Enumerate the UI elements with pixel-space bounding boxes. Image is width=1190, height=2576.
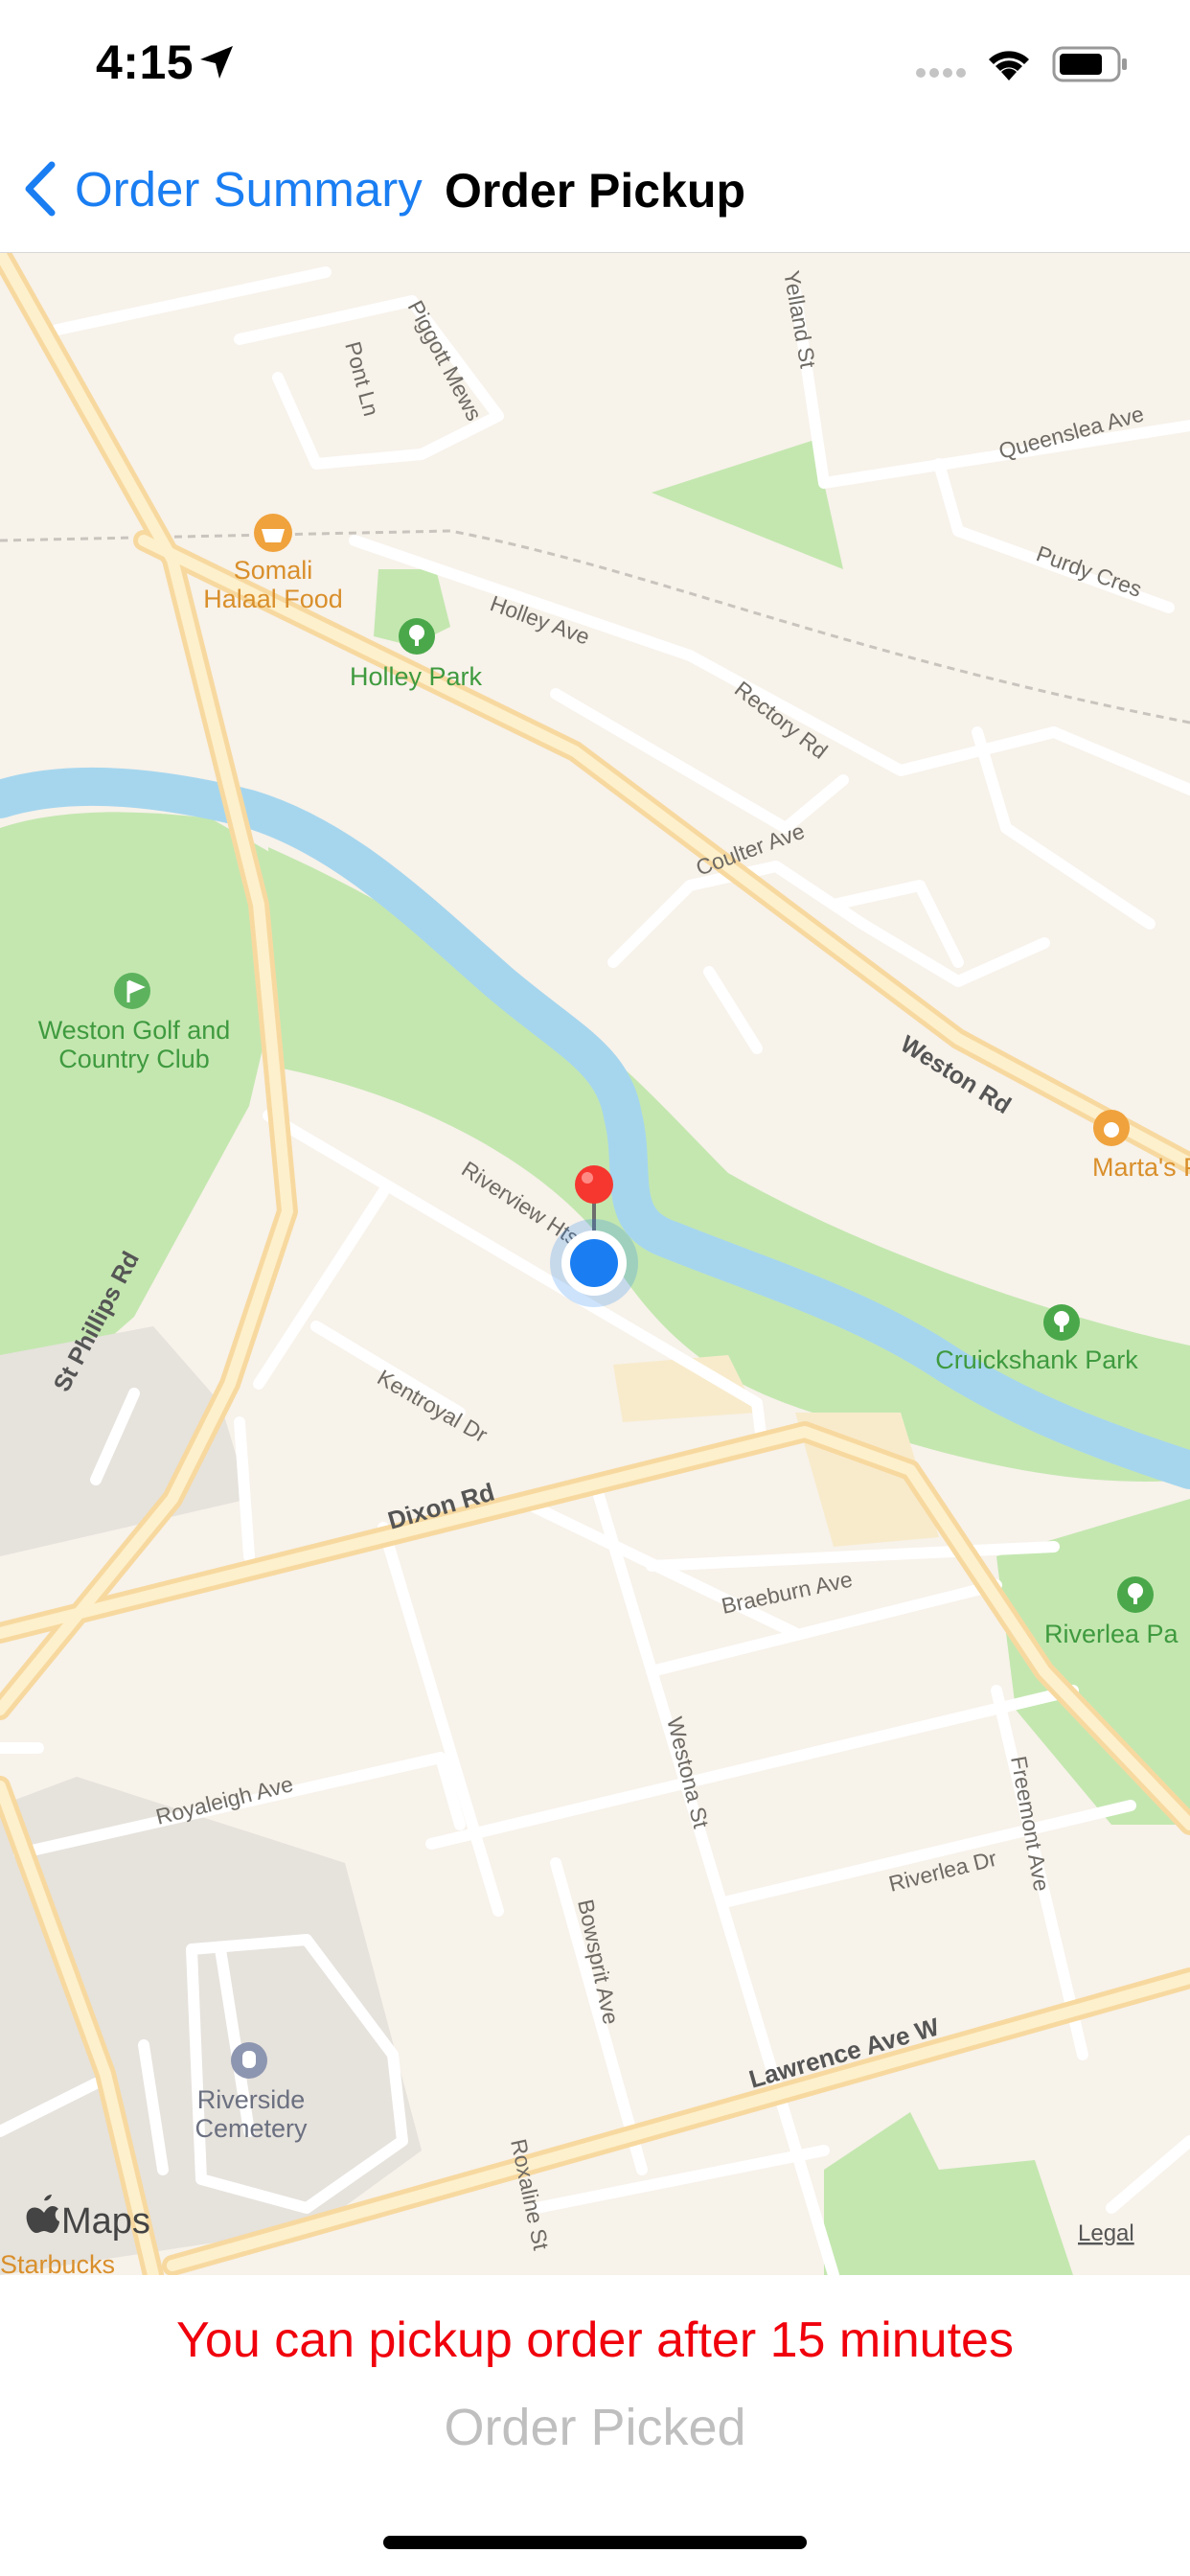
poi-riverside-cemetery: Riverside Cemetery: [195, 2085, 308, 2143]
poi-somali-halaal-food: Somali Halaal Food: [203, 556, 343, 613]
poi-cruickshank-park: Cruickshank Park: [935, 1346, 1138, 1374]
order-picked-button[interactable]: Order Picked: [0, 2398, 1190, 2457]
poi-martas-pet: Marta's Pet Sh: [1092, 1153, 1190, 1182]
tree-icon: [399, 618, 435, 655]
maps-attribution: Maps: [61, 2201, 150, 2242]
back-button-label: Order Summary: [75, 161, 423, 217]
navigation-bar: Order Summary Order Pickup: [0, 126, 1190, 253]
chevron-left-icon: [25, 161, 56, 217]
shopping-basket-icon: [254, 514, 292, 552]
street-royaleigh: Royaleigh Ave: [153, 1771, 296, 1829]
pet-store-icon: [1093, 1110, 1130, 1146]
tree-icon: [1117, 1576, 1154, 1613]
golf-flag-icon: [114, 973, 150, 1009]
map-view[interactable]: Somali Halaal Food Holley Park Weston Gol…: [0, 253, 1190, 2275]
poi-riverlea-park: Riverlea Pa: [1044, 1620, 1179, 1648]
home-indicator[interactable]: [383, 2536, 807, 2549]
battery-icon: [1052, 46, 1127, 82]
tree-icon: [1043, 1304, 1080, 1341]
status-time: 4:15: [96, 35, 195, 89]
bottom-panel: You can pickup order after 15 minutes Or…: [0, 2275, 1190, 2576]
poi-weston-golf: Weston Golf and Country Club: [38, 1016, 231, 1073]
cellular-signal-icon: [916, 68, 966, 78]
wifi-icon: [989, 51, 1029, 80]
current-location-icon: [550, 1219, 638, 1307]
cemetery-icon: [231, 2042, 267, 2079]
street-pont-ln: Pont Ln: [340, 339, 384, 419]
lower-park-area: [824, 2112, 1073, 2275]
location-arrow-icon: [200, 46, 233, 79]
map-canvas: Somali Halaal Food Holley Park Weston Gol…: [0, 253, 1190, 2275]
poi-starbucks: Starbucks: [0, 2250, 115, 2275]
status-bar: 4:15: [0, 0, 1190, 126]
upper-park-area: [652, 440, 843, 569]
street-braeburn: Braeburn Ave: [720, 1567, 855, 1619]
street-yelland: Yelland St: [779, 268, 821, 370]
poi-holley-park: Holley Park: [350, 662, 483, 691]
page-title: Order Pickup: [445, 164, 745, 218]
back-button[interactable]: Order Summary: [19, 155, 423, 222]
pickup-message: You can pickup order after 15 minutes: [176, 2312, 1014, 2368]
street-piggott-mews: Piggott Mews: [403, 296, 488, 425]
street-kentroyal: Kentroyal Dr: [374, 1365, 492, 1448]
cemetery-area: [0, 1777, 422, 2275]
street-purdy: Purdy Cres: [1033, 540, 1145, 602]
legal-link[interactable]: Legal: [1078, 2220, 1134, 2246]
